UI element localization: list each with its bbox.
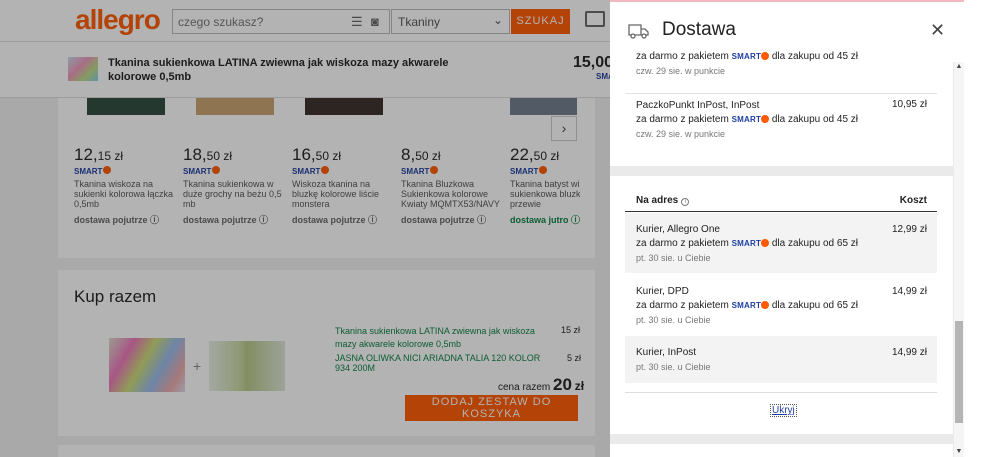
delivery-option: Kurier, DPD za darmo z pakietem SMART dl… (636, 285, 916, 327)
delivery-option-name: Kurier, DPD (636, 286, 689, 297)
delivery-date: czw. 29 sie. w punkcie (636, 129, 726, 139)
free-delivery-info: za darmo z pakietem SMART dla zakupu od … (636, 238, 859, 249)
delivery-option-name: Kurier, Allegro One (636, 224, 720, 235)
close-icon[interactable]: ✕ (930, 20, 945, 41)
drawer-content: za darmo z pakietem SMART dla zakupu od … (610, 51, 953, 457)
free-delivery-info: za darmo z pakietem SMART dla zakupu od … (636, 51, 859, 62)
page-margin (964, 0, 999, 457)
delivery-option: Kurier, Allegro One za darmo z pakietem … (636, 223, 916, 265)
free-delivery-info: za darmo z pakietem SMART dla zakupu od … (636, 114, 859, 125)
smart-badge: SMART (732, 115, 770, 124)
scroll-up-arrow-icon[interactable]: ▲ (954, 62, 964, 72)
delivery-option: Kurier, InPost pt. 30 sie. u Ciebie (636, 346, 916, 374)
delivery-price: 12,99 zł (891, 224, 927, 235)
delivery-option-name: PaczkoPunkt InPost, InPost (636, 100, 760, 111)
address-table-header: Na adres i Koszt (625, 190, 937, 212)
drawer-title: Dostawa (662, 19, 736, 40)
scrollbar-thumb[interactable] (955, 321, 963, 423)
scroll-down-arrow-icon[interactable]: ▼ (954, 447, 964, 457)
delivery-option-name: Kurier, InPost (636, 347, 697, 358)
delivery-date: pt. 30 sie. u Ciebie (636, 253, 711, 263)
delivery-option-row: Kurier, InPost pt. 30 sie. u Ciebie 14,9… (625, 336, 937, 383)
delivery-option-row: Kurier, DPD za darmo z pakietem SMART dl… (625, 275, 937, 335)
delivery-option: PaczkoPunkt InPost, InPost za darmo z pa… (636, 99, 927, 141)
delivery-truck-icon (628, 24, 649, 39)
smart-badge: SMART (732, 239, 770, 248)
next-card (610, 444, 953, 457)
modal-backdrop[interactable] (0, 0, 610, 457)
delivery-date: pt. 30 sie. u Ciebie (636, 362, 711, 372)
smart-badge: SMART (732, 301, 770, 310)
smart-badge: SMART (732, 52, 770, 61)
delivery-price: 14,99 zł (891, 286, 927, 297)
product-page: allegro ☰ ◙ Tkaniny ⌄ SZUKAJ Tkanina suk… (0, 0, 610, 457)
delivery-price: 14,99 zł (891, 347, 927, 358)
delivery-price: 10,95 zł (891, 99, 927, 110)
delivery-date: pt. 30 sie. u Ciebie (636, 315, 711, 325)
hide-options-link[interactable]: Ukryj (770, 404, 797, 417)
delivery-drawer: Dostawa ✕ za darmo z pakietem SMART dla … (610, 0, 964, 457)
info-icon[interactable]: i (681, 198, 690, 206)
delivery-option: za darmo z pakietem SMART dla zakupu od … (636, 50, 948, 78)
free-delivery-info: za darmo z pakietem SMART dla zakupu od … (636, 300, 859, 311)
column-header-address: Na adres i (636, 195, 690, 206)
delivery-option-row: Kurier, Allegro One za darmo z pakietem … (625, 213, 937, 273)
column-header-cost: Koszt (899, 195, 927, 206)
pickup-options-card: za darmo z pakietem SMART dla zakupu od … (610, 51, 953, 166)
top-accent-line (610, 0, 964, 2)
delivery-date: czw. 29 sie. w punkcie (636, 66, 726, 76)
